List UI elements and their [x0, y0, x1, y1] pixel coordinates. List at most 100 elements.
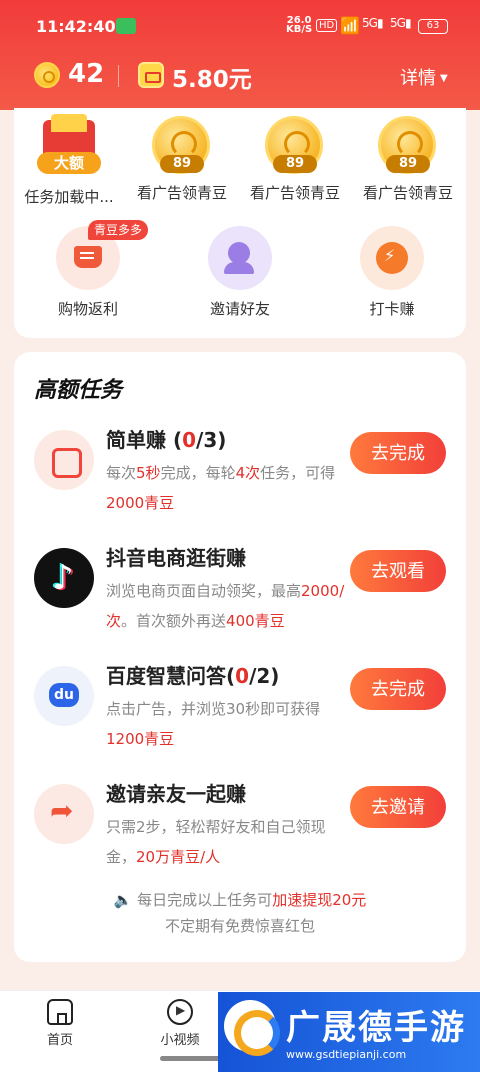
video-play-icon: [167, 999, 193, 1025]
coin-icon: [34, 62, 60, 88]
reward-label: 看广告领青豆: [136, 184, 227, 202]
speaker-icon: 🔈: [113, 891, 138, 909]
task-name: 抖音电商逛街赚: [106, 542, 246, 571]
reward-tag: 大额: [37, 152, 101, 174]
reward-item-envelope[interactable]: 大额 任务加载中...: [14, 114, 124, 207]
share-arrow-icon: [34, 784, 94, 844]
task-item: 简单赚 (0/3) 每次5秒完成，每轮4次任务，可得 2000青豆 去完成: [14, 424, 466, 534]
details-label: 详情: [400, 68, 436, 89]
invite-task-button[interactable]: 去邀请: [350, 786, 446, 828]
reward-icon-wrap: 89: [378, 116, 438, 176]
reward-label: 看广告领青豆: [249, 184, 340, 202]
task-item: 邀请亲友一起赚 只需2步，轻松帮好友和自己领现金，20万青豆/人 去邀请: [14, 778, 466, 888]
reward-item-ad[interactable]: 89 看广告领青豆: [127, 116, 237, 203]
invite-friends-button[interactable]: 邀请好友: [180, 226, 300, 319]
top-header: 11:42:40 26.0 KB/S HD 📶 5G▮ 5G▮ 63 42 5.8…: [0, 0, 480, 110]
task-progress: 0: [182, 428, 197, 452]
status-time: 11:42:40: [36, 17, 116, 36]
red-envelope-icon: [34, 430, 94, 490]
task-name-text: 抖音电商逛街赚: [106, 546, 246, 570]
task-description: 只需2步，轻松帮好友和自己领现金，20万青豆/人: [106, 812, 346, 872]
desc-highlight: 4次: [235, 464, 261, 482]
nav-item-home[interactable]: 首页: [15, 999, 105, 1048]
function-label: 打卡赚: [369, 300, 415, 318]
desc-highlight: 400青豆: [226, 612, 285, 630]
red-envelope-icon: 大额: [37, 114, 101, 174]
desc-text: 完成，每轮: [160, 464, 236, 482]
section-title: 高额任务: [34, 378, 123, 403]
coin-icon: 89: [265, 116, 323, 174]
notice-line-2: 不定期有免费惊喜红包: [164, 917, 315, 935]
desc-highlight: 1200青豆: [106, 730, 175, 748]
cart-shape: [74, 246, 102, 268]
coin-amount: 89: [273, 155, 317, 173]
signal-icon: 5G▮: [362, 16, 384, 30]
task-name-text: 邀请亲友一起赚: [106, 782, 246, 806]
task-item: 抖音电商逛街赚 浏览电商页面自动领奖，最高2000/次。首次额外再送400青豆 …: [14, 542, 466, 652]
reward-label: 看广告领青豆: [362, 184, 453, 202]
desc-text: 每次: [106, 464, 137, 482]
function-label: 邀请好友: [209, 300, 270, 318]
status-bar: 11:42:40 26.0 KB/S HD 📶 5G▮ 5G▮ 63: [0, 0, 480, 50]
wallet-icon: [138, 62, 164, 88]
desc-text: 点击广告，并浏览30秒即可获得: [106, 700, 321, 718]
task-name: 百度智慧问答(0/2): [106, 660, 279, 689]
task-name-suffix: /2): [249, 664, 280, 688]
hd-icon: HD: [316, 19, 338, 32]
reward-item-ad[interactable]: 89 看广告领青豆: [353, 116, 463, 203]
desc-highlight: 5秒: [136, 464, 161, 482]
task-name-text: 简单赚 (: [106, 428, 183, 452]
notice-line-1: 🔈 每日完成以上任务可加速提现20元: [14, 887, 466, 913]
caret-down-icon: ▼: [440, 73, 448, 84]
reward-icon-wrap: 89: [265, 116, 325, 176]
task-progress: 0: [235, 664, 250, 688]
details-button[interactable]: 详情 ▼: [400, 64, 448, 90]
baidu-icon: [34, 666, 94, 726]
douyin-icon: [34, 548, 94, 608]
cash-balance[interactable]: 5.80元: [172, 60, 252, 94]
task-name: 简单赚 (0/3): [106, 424, 226, 453]
desc-text: 任务，可得: [260, 464, 336, 482]
nav-item-video[interactable]: 小视频: [135, 999, 225, 1048]
battery-icon: 63: [418, 19, 448, 34]
coin-amount: 89: [386, 155, 430, 173]
desc-highlight: 20万青豆/人: [136, 848, 221, 866]
complete-task-button[interactable]: 去完成: [350, 668, 446, 710]
app-notification-icon: [116, 18, 136, 34]
rewards-card: 大额 任务加载中... 89 看广告领青豆 89 看广告领青豆 89 看广告领青…: [14, 108, 466, 338]
coin-icon: 89: [378, 116, 436, 174]
invite-user-icon: [208, 226, 272, 290]
alarm-clock-icon: [360, 226, 424, 290]
high-reward-tasks-card: 高额任务 简单赚 (0/3) 每次5秒完成，每轮4次任务，可得2000青豆 去完…: [14, 352, 466, 962]
watermark-url: www.gsdtiepianji.com: [286, 1048, 407, 1061]
check-in-button[interactable]: 打卡赚: [332, 226, 452, 319]
nav-label: 小视频: [160, 1033, 200, 1048]
coin-balance[interactable]: 42: [68, 59, 104, 89]
task-description: 浏览电商页面自动领奖，最高2000/次。首次额外再送400青豆: [106, 576, 346, 636]
watermark-logo-icon: [224, 1000, 280, 1056]
reward-icon-wrap: 大额: [37, 114, 101, 180]
coin-amount: 89: [160, 155, 204, 173]
network-speed: 26.0 KB/S: [286, 16, 312, 35]
promo-badge: 青豆多多: [88, 220, 149, 240]
desc-text: 。首次额外再送: [121, 612, 227, 630]
notice-text: 每日完成以上任务可: [137, 891, 273, 909]
home-icon: [47, 999, 73, 1025]
person-shape: [224, 242, 254, 274]
desc-highlight: 2000青豆: [106, 494, 175, 512]
task-name-suffix: /3): [196, 428, 227, 452]
reward-icon-wrap: 89: [152, 116, 212, 176]
watermark-banner: 广晟德手游 www.gsdtiepianji.com: [218, 992, 480, 1072]
coin-icon: 89: [152, 116, 210, 174]
balance-bar: 42 5.80元 详情 ▼: [0, 50, 480, 102]
complete-task-button[interactable]: 去完成: [350, 432, 446, 474]
task-description: 点击广告，并浏览30秒即可获得 1200青豆: [106, 694, 346, 754]
watermark-title: 广晟德手游: [286, 1008, 466, 1048]
clock-face: [376, 242, 408, 274]
notice-highlight: 加速提现20元: [272, 891, 367, 909]
watch-task-button[interactable]: 去观看: [350, 550, 446, 592]
nav-label: 首页: [46, 1033, 73, 1048]
task-name-text: 百度智慧问答(: [106, 664, 236, 688]
reward-item-ad[interactable]: 89 看广告领青豆: [240, 116, 350, 203]
wifi-icon: 📶: [340, 16, 360, 35]
